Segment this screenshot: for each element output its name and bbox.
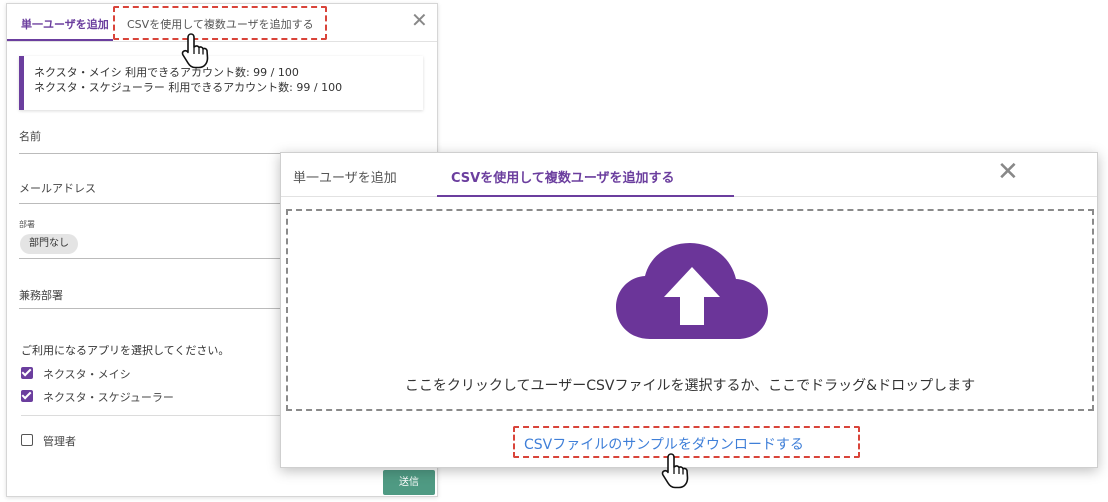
active-tab-indicator xyxy=(7,39,113,41)
info-line-scheduler: ネクスタ・スケジューラー 利用できるアカウント数: 99 / 100 xyxy=(34,81,343,94)
checkbox-checked-icon[interactable] xyxy=(21,367,33,379)
account-availability-info: ネクスタ・メイシ 利用できるアカウント数: 99 / 100 ネクスタ・スケジュ… xyxy=(19,56,423,110)
apps-title: ご利用になるアプリを選択してください。 xyxy=(21,344,230,357)
checkbox-unchecked-icon[interactable] xyxy=(21,434,33,446)
csv-upload-dialog: 単一ユーザを追加 CSVを使用して複数ユーザを追加する ✕ ここをクリックしてユ… xyxy=(280,152,1098,468)
department-chip[interactable]: 部門なし xyxy=(20,234,78,254)
name-field[interactable]: 名前 xyxy=(19,128,423,154)
app-label-scheduler: ネクスタ・スケジューラー xyxy=(43,391,174,404)
download-sample-csv-link[interactable]: CSVファイルのサンプルをダウンロードする xyxy=(524,434,804,454)
close-icon[interactable]: ✕ xyxy=(411,10,428,30)
close-icon[interactable]: ✕ xyxy=(997,159,1019,185)
active-tab-indicator xyxy=(437,195,734,197)
submit-button[interactable]: 送信 xyxy=(383,470,435,495)
checkbox-checked-icon[interactable] xyxy=(21,390,33,402)
hand-pointer-icon xyxy=(181,33,209,69)
department-label: 部署 xyxy=(19,220,35,229)
info-line-meishi: ネクスタ・メイシ 利用できるアカウント数: 99 / 100 xyxy=(34,66,299,79)
csv-dropzone[interactable]: ここをクリックしてユーザーCSVファイルを選択するか、ここでドラッグ&ドロップし… xyxy=(286,209,1094,411)
tab-single-user[interactable]: 単一ユーザを追加 xyxy=(21,16,109,32)
app-label-meishi: ネクスタ・メイシ xyxy=(43,368,131,381)
csv-tab-highlight xyxy=(113,6,327,40)
email-label: メールアドレス xyxy=(19,182,96,195)
tab-csv-users[interactable]: CSVを使用して複数ユーザを追加する xyxy=(451,167,675,186)
concurrent-department-label: 兼務部署 xyxy=(19,289,63,302)
hand-pointer-icon xyxy=(661,453,689,489)
dialog-tabs: 単一ユーザを追加 CSVを使用して複数ユーザを追加する ✕ xyxy=(281,153,1097,197)
dropzone-instruction: ここをクリックしてユーザーCSVファイルを選択するか、ここでドラッグ&ドロップし… xyxy=(404,378,976,394)
tab-single-user[interactable]: 単一ユーザを追加 xyxy=(293,167,397,186)
admin-label: 管理者 xyxy=(43,435,76,448)
name-label: 名前 xyxy=(19,130,41,143)
cloud-upload-icon xyxy=(616,243,768,339)
